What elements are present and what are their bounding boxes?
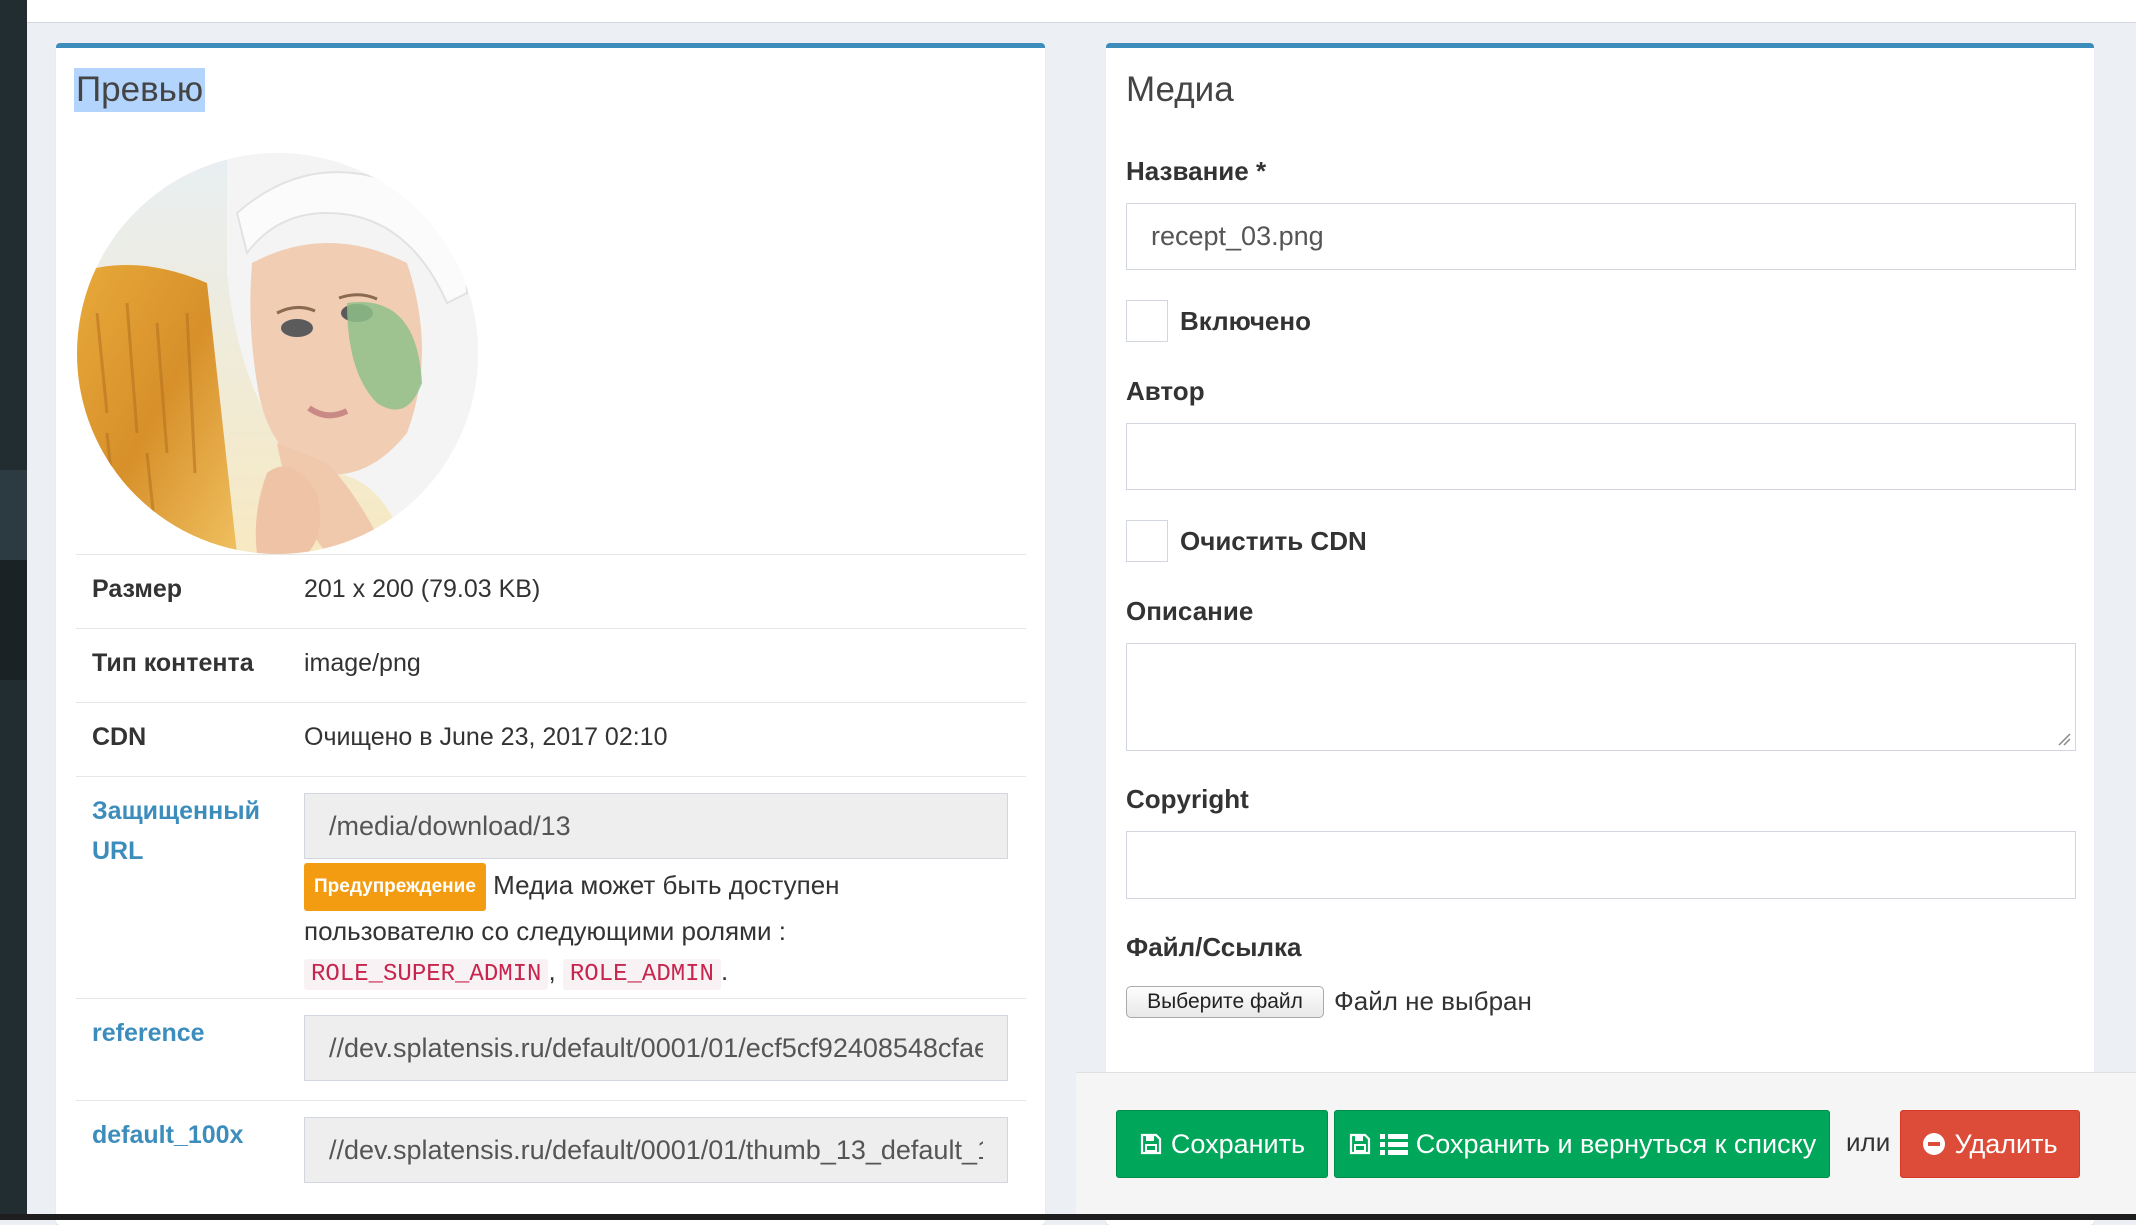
save-button[interactable]: Сохранить xyxy=(1116,1110,1328,1178)
media-title: Медиа xyxy=(1126,70,1234,109)
table-row: CDN Очищено в June 23, 2017 02:10 xyxy=(76,702,1026,777)
reference-input[interactable] xyxy=(304,1015,1008,1081)
minus-circle-icon xyxy=(1922,1132,1946,1156)
warning-end: . xyxy=(720,956,729,986)
role-separator: , xyxy=(548,956,556,986)
warning-badge: Предупреждение xyxy=(304,863,486,911)
save-and-list-label: Сохранить и вернуться к списку xyxy=(1415,1128,1817,1159)
form-actions: Сохранить Сохранить и вернуться к списку… xyxy=(1076,1072,2136,1215)
delete-button[interactable]: Удалить xyxy=(1900,1110,2080,1178)
copyright-input[interactable] xyxy=(1126,831,2076,899)
sidebar-edge-dark xyxy=(0,560,27,680)
file-status: Файл не выбран xyxy=(1334,986,1532,1016)
or-separator: или xyxy=(1846,1127,1891,1157)
choose-file-button[interactable]: Выберите файл xyxy=(1126,986,1324,1018)
content-type-label: Тип контента xyxy=(76,628,288,703)
protected-url-label[interactable]: Защищенный URL xyxy=(76,776,288,999)
size-label: Размер xyxy=(76,554,288,629)
preview-image xyxy=(77,153,478,554)
reference-label[interactable]: reference xyxy=(76,998,288,1101)
enabled-label[interactable]: Включено xyxy=(1180,306,1311,337)
file-label: Файл/Ссылка xyxy=(1126,932,1302,962)
save-and-list-button[interactable]: Сохранить и вернуться к списку xyxy=(1334,1110,1830,1178)
list-icon xyxy=(1379,1132,1408,1156)
role-code: ROLE_ADMIN xyxy=(562,959,721,990)
copyright-label: Copyright xyxy=(1126,784,1249,814)
name-label: Название * xyxy=(1126,156,1267,186)
clear-cdn-label[interactable]: Очистить CDN xyxy=(1180,526,1367,557)
media-panel: Медиа Название * Включено Автор Очистить… xyxy=(1106,43,2094,1225)
table-row: Размер 201 x 200 (79.03 KB) xyxy=(76,554,1026,629)
description-label: Описание xyxy=(1126,596,1254,626)
default-100x-label[interactable]: default_100x xyxy=(76,1100,288,1203)
clear-cdn-checkbox[interactable] xyxy=(1126,520,1168,562)
sidebar-edge xyxy=(0,0,27,1220)
media-info-table: Размер 201 x 200 (79.03 KB) Тип контента… xyxy=(76,554,1026,1203)
table-row: default_100x xyxy=(76,1100,1026,1203)
author-input[interactable] xyxy=(1126,423,2076,490)
top-bar xyxy=(27,0,2136,23)
sidebar-edge-active xyxy=(0,470,27,560)
default-100x-input[interactable] xyxy=(304,1117,1008,1183)
name-input[interactable] xyxy=(1126,203,2076,270)
save-label: Сохранить xyxy=(1170,1128,1306,1159)
protected-url-input[interactable] xyxy=(304,793,1008,859)
size-value: 201 x 200 (79.03 KB) xyxy=(288,554,1026,629)
role-code: ROLE_SUPER_ADMIN xyxy=(304,959,549,990)
table-row: reference xyxy=(76,998,1026,1101)
description-textarea[interactable] xyxy=(1126,643,2076,751)
resize-grip-icon[interactable] xyxy=(2057,732,2071,746)
enabled-checkbox[interactable] xyxy=(1126,300,1168,342)
save-icon xyxy=(1348,1132,1372,1156)
table-row: Тип контента image/png xyxy=(76,628,1026,703)
cdn-label: CDN xyxy=(76,702,288,777)
delete-label: Удалить xyxy=(1954,1128,2058,1159)
preview-title: Превью xyxy=(74,68,206,112)
bottom-edge xyxy=(0,1214,2136,1220)
preview-panel: Превью Размер 201 x 200 (79.03 KB) Тип к… xyxy=(56,43,1045,1225)
save-icon xyxy=(1139,1132,1163,1156)
table-row: Защищенный URL Предупреждение Медиа може… xyxy=(76,776,1026,999)
role-warning: Предупреждение Медиа может быть доступен… xyxy=(304,863,1010,995)
cdn-value: Очищено в June 23, 2017 02:10 xyxy=(288,702,1026,777)
content-type-value: image/png xyxy=(288,628,1026,703)
author-label: Автор xyxy=(1126,376,1205,406)
